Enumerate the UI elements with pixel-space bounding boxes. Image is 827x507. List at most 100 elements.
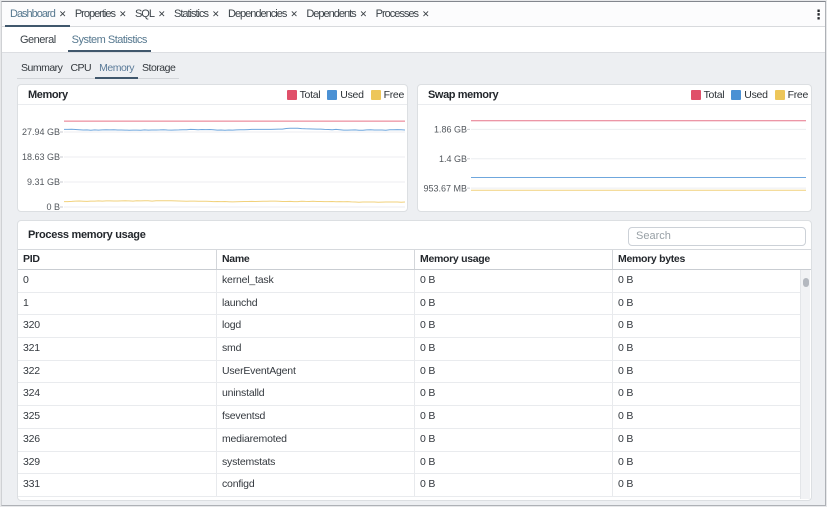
cell-memory-bytes: 0 B <box>613 474 801 496</box>
main-tab[interactable]: Dependencies ✕ <box>223 2 301 26</box>
main-tab-label: Processes <box>376 8 418 20</box>
main-tab[interactable]: Dashboard ✕ <box>5 2 70 26</box>
main-tab-label: Properties <box>75 8 115 20</box>
main-tab[interactable]: Dependents ✕ <box>301 2 370 26</box>
search-input[interactable] <box>628 227 806 246</box>
statistics-tab-bar: Summary CPU Memory Storage <box>17 57 179 79</box>
series-line-used <box>64 128 405 130</box>
cell-memory-usage: 0 B <box>415 474 613 496</box>
cell-name: logd <box>217 315 415 337</box>
main-tab-label: Dependencies <box>228 8 286 20</box>
main-tab-label: SQL <box>135 8 154 20</box>
main-tab-label: Dependents <box>306 8 355 20</box>
table-row[interactable]: 322 UserEventAgent 0 B 0 B <box>18 361 801 384</box>
main-tab[interactable]: Statistics ✕ <box>169 2 223 26</box>
y-axis-tick-label: 18.63 GB <box>22 152 60 162</box>
cell-pid: 324 <box>18 383 217 405</box>
cell-pid: 331 <box>18 474 217 496</box>
legend-item: Free <box>775 89 808 101</box>
table-header-cell[interactable]: Name <box>217 250 415 269</box>
memory-chart-title: Memory <box>28 89 68 101</box>
table-row[interactable]: 324 uninstalld 0 B 0 B <box>18 383 801 406</box>
cell-memory-bytes: 0 B <box>613 383 801 405</box>
statistics-tab[interactable]: Summary <box>17 57 66 78</box>
cell-memory-bytes: 0 B <box>613 315 801 337</box>
legend-swatch-free <box>775 90 785 100</box>
table-scrollbar[interactable] <box>800 270 810 499</box>
cell-memory-bytes: 0 B <box>613 406 801 428</box>
y-axis-tick-label: 1.86 GB <box>434 125 467 135</box>
close-tab-icon[interactable]: ✕ <box>158 10 165 19</box>
table-row[interactable]: 0 kernel_task 0 B 0 B <box>18 270 801 293</box>
dashboard-tab-label: General <box>20 34 56 46</box>
table-header-cell[interactable]: Memory bytes <box>613 250 811 269</box>
y-axis-tick-label: 1.4 GB <box>439 154 467 164</box>
table-row[interactable]: 1 launchd 0 B 0 B <box>18 293 801 316</box>
y-axis-tick-label: 27.94 GB <box>22 127 60 137</box>
legend-swatch-used <box>327 90 337 100</box>
statistics-tab-label: Storage <box>142 62 175 74</box>
kebab-menu-icon[interactable]: ⋮ <box>812 2 825 27</box>
cell-pid: 0 <box>18 270 217 292</box>
close-tab-icon[interactable]: ✕ <box>290 10 297 19</box>
legend-swatch-total <box>287 90 297 100</box>
memory-chart-panel: Memory TotalUsedFree 0 B9.31 GB18.63 GB2… <box>17 84 408 212</box>
legend-swatch-used <box>731 90 741 100</box>
swap-chart: 953.67 MB 1.4 GB 1.86 GB <box>418 105 811 211</box>
statistics-tab[interactable]: Storage <box>138 57 179 78</box>
table-header-cell[interactable]: Memory usage <box>415 250 613 269</box>
cell-memory-usage: 0 B <box>415 293 613 315</box>
cell-memory-usage: 0 B <box>415 406 613 428</box>
system-statistics-content: Summary CPU Memory Storage Memory TotalU… <box>2 53 825 501</box>
close-tab-icon[interactable]: ✕ <box>119 10 126 19</box>
cell-name: kernel_task <box>217 270 415 292</box>
table-row[interactable]: 329 systemstats 0 B 0 B <box>18 452 801 475</box>
close-tab-icon[interactable]: ✕ <box>360 10 367 19</box>
cell-memory-usage: 0 B <box>415 315 613 337</box>
memory-chart-header: Memory TotalUsedFree <box>18 85 407 105</box>
cell-name: fseventsd <box>217 406 415 428</box>
table-row[interactable]: 331 configd 0 B 0 B <box>18 474 801 497</box>
cell-memory-usage: 0 B <box>415 452 613 474</box>
statistics-tab-label: Memory <box>99 62 134 74</box>
cell-memory-usage: 0 B <box>415 383 613 405</box>
main-tab[interactable]: SQL ✕ <box>130 2 169 26</box>
statistics-tab[interactable]: CPU <box>66 57 95 78</box>
legend-label: Total <box>704 89 725 101</box>
table-scrollbar-thumb[interactable] <box>803 278 809 287</box>
cell-name: mediaremoted <box>217 429 415 451</box>
cell-name: smd <box>217 338 415 360</box>
main-tab-label: Statistics <box>174 8 208 20</box>
process-memory-title: Process memory usage <box>28 229 146 241</box>
statistics-tab[interactable]: Memory <box>95 57 138 78</box>
main-tab[interactable]: Processes ✕ <box>371 2 433 26</box>
cell-name: launchd <box>217 293 415 315</box>
table-row[interactable]: 321 smd 0 B 0 B <box>18 338 801 361</box>
cell-pid: 325 <box>18 406 217 428</box>
close-tab-icon[interactable]: ✕ <box>422 10 429 19</box>
close-tab-icon[interactable]: ✕ <box>212 10 219 19</box>
dashboard-tab[interactable]: General <box>16 27 60 52</box>
table-row[interactable]: 326 mediaremoted 0 B 0 B <box>18 429 801 452</box>
cell-memory-bytes: 0 B <box>613 361 801 383</box>
memory-chart-legend: TotalUsedFree <box>280 89 404 101</box>
cell-memory-usage: 0 B <box>415 270 613 292</box>
dashboard-tab[interactable]: System Statistics <box>68 27 151 52</box>
memory-chart-svg: 0 B9.31 GB18.63 GB27.94 GB <box>18 105 407 211</box>
table-header-row: PIDNameMemory usageMemory bytes <box>18 249 811 270</box>
table-row[interactable]: 325 fseventsd 0 B 0 B <box>18 406 801 429</box>
dashboard-tab-bar: General System Statistics <box>2 27 825 53</box>
y-axis-tick-label: 953.67 MB <box>423 183 467 193</box>
swap-memory-chart-svg: 953.67 MB 1.4 GB 1.86 GB <box>418 105 811 211</box>
cell-pid: 320 <box>18 315 217 337</box>
close-tab-icon[interactable]: ✕ <box>59 10 66 19</box>
memory-chart: 0 B9.31 GB18.63 GB27.94 GB <box>18 105 407 211</box>
legend-item: Used <box>327 89 363 101</box>
main-tab[interactable]: Properties ✕ <box>70 2 130 26</box>
cell-name: systemstats <box>217 452 415 474</box>
swap-chart-legend: TotalUsedFree <box>684 89 808 101</box>
table-header-cell[interactable]: PID <box>18 250 217 269</box>
legend-label: Used <box>340 89 363 101</box>
cell-memory-bytes: 0 B <box>613 452 801 474</box>
table-row[interactable]: 320 logd 0 B 0 B <box>18 315 801 338</box>
